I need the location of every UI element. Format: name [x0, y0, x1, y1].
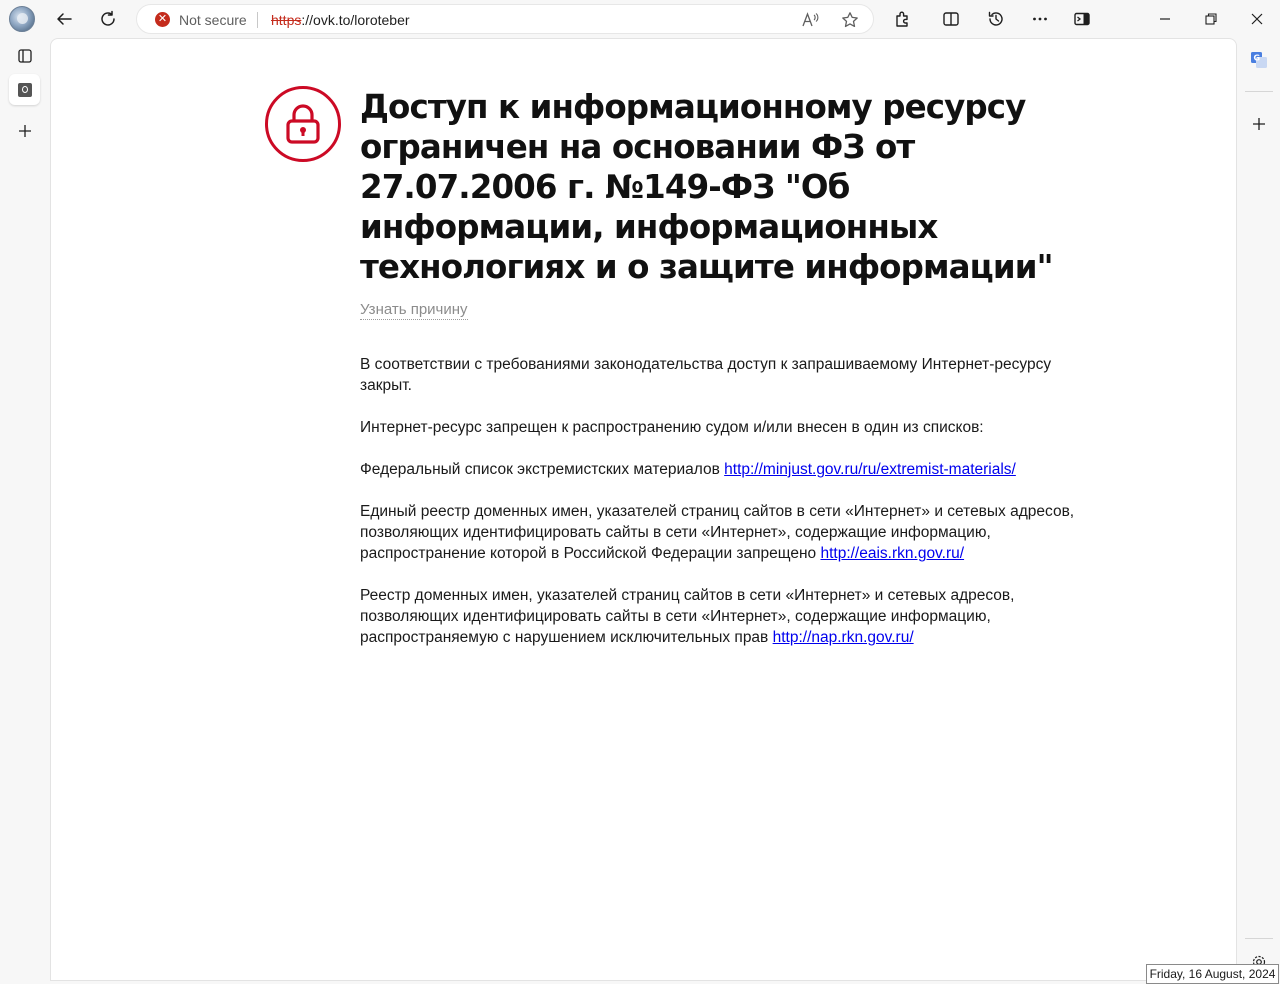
profile-avatar[interactable]: [9, 6, 35, 32]
page-title: Доступ к информационному ресурсу огранич…: [360, 88, 1054, 286]
star-icon[interactable]: [840, 10, 860, 30]
page-viewport: Доступ к информационному ресурсу огранич…: [50, 38, 1237, 981]
address-divider: [257, 12, 258, 28]
restore-icon[interactable]: [1197, 5, 1225, 33]
list-name-nap: Реестр доменных имен, указателей страниц…: [360, 587, 1015, 646]
not-secure-icon: ✕: [155, 12, 170, 27]
history-icon[interactable]: [982, 5, 1010, 33]
sidebar-toggle-icon[interactable]: [1068, 5, 1096, 33]
sidebar-divider: [1245, 91, 1273, 92]
notice-paragraph-1: В соответствии с требованиями законодате…: [360, 356, 1052, 394]
block-notice: Доступ к информационному ресурсу огранич…: [360, 87, 1080, 648]
browser-toolbar: ✕ Not secure https://ovk.to/loroteber: [0, 0, 1280, 38]
svg-text:G: G: [1254, 54, 1261, 63]
new-tab-plus-icon[interactable]: [9, 115, 40, 146]
minjust-link[interactable]: http://minjust.gov.ru/ru/extremist-mater…: [724, 461, 1016, 478]
notice-paragraph-4: Единый реестр доменных имен, указателей …: [360, 501, 1080, 564]
date-tooltip: Friday, 16 August, 2024: [1146, 964, 1279, 984]
minimize-icon[interactable]: [1151, 5, 1179, 33]
notice-paragraph-5: Реестр доменных имен, указателей страниц…: [360, 585, 1080, 648]
learn-reason-link[interactable]: Узнать причину: [360, 301, 468, 320]
address-bar[interactable]: ✕ Not secure https://ovk.to/loroteber: [136, 4, 874, 34]
add-sidebar-plus-icon[interactable]: [1245, 110, 1273, 138]
back-arrow-icon[interactable]: [50, 5, 78, 33]
tab-ovk[interactable]: [9, 74, 40, 105]
translate-icon[interactable]: G: [1245, 46, 1273, 74]
right-sidebar: G: [1238, 38, 1280, 984]
url-rest: ://ovk.to/loroteber: [301, 12, 410, 28]
nap-link[interactable]: http://nap.rkn.gov.ru/: [773, 629, 914, 646]
url-text[interactable]: https://ovk.to/loroteber: [271, 12, 410, 28]
read-aloud-icon[interactable]: [800, 10, 820, 30]
security-label[interactable]: Not secure: [179, 12, 247, 28]
refresh-icon[interactable]: [94, 5, 122, 33]
tab-actions-icon[interactable]: [9, 40, 40, 71]
eais-link[interactable]: http://eais.rkn.gov.ru/: [820, 545, 964, 562]
site-favicon-icon: [17, 82, 32, 97]
vertical-tab-strip: [0, 38, 50, 984]
lock-icon: [265, 86, 341, 162]
list-name-extremist: Федеральный список экстремистских матери…: [360, 461, 725, 478]
sidebar-divider-bottom: [1245, 938, 1273, 939]
split-screen-icon[interactable]: [937, 5, 965, 33]
close-icon[interactable]: [1243, 5, 1271, 33]
notice-paragraph-3: Федеральный список экстремистских матери…: [360, 459, 1080, 480]
list-name-eais: Единый реестр доменных имен, указателей …: [360, 503, 1075, 562]
url-protocol: https: [271, 12, 302, 28]
notice-paragraph-2: Интернет-ресурс запрещен к распространен…: [360, 419, 984, 436]
more-icon[interactable]: [1026, 5, 1054, 33]
puzzle-icon[interactable]: [889, 5, 917, 33]
